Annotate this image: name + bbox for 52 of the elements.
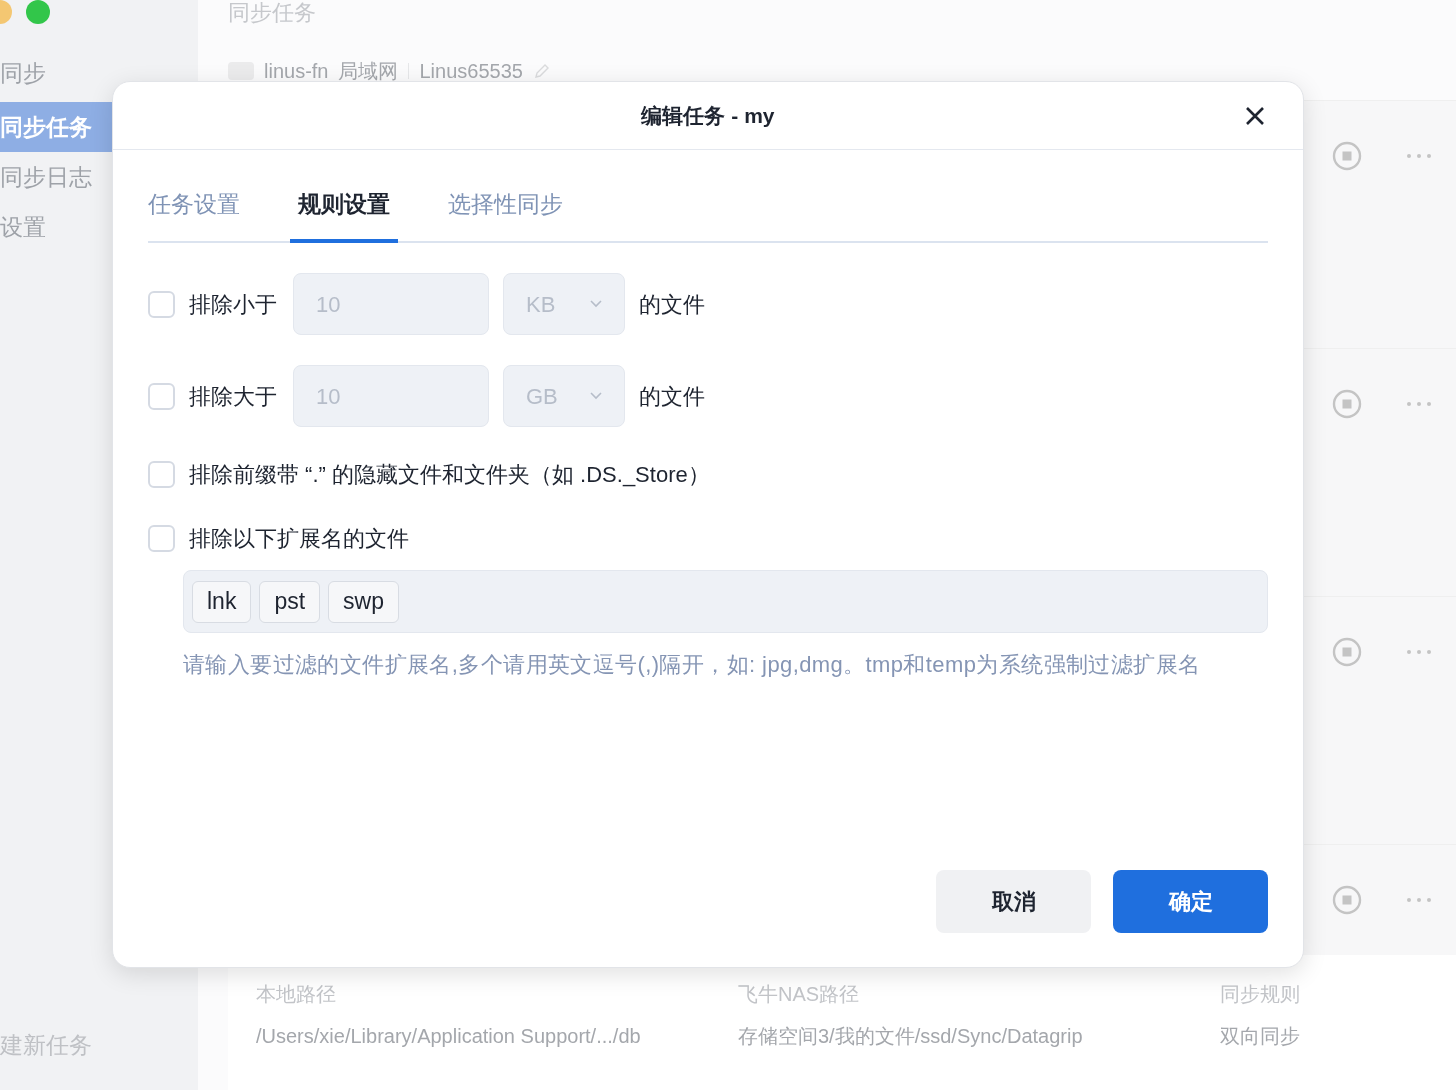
hint-text: 请输入要过滤的文件扩展名,多个请用英文逗号(,)隔开，如: jpg,dmg。tmp和temp为系统强制过滤扩展名 bbox=[183, 651, 1202, 679]
column-label: 同步规则 bbox=[1220, 982, 1300, 1007]
unit-select[interactable]: GB bbox=[503, 365, 625, 427]
close-icon[interactable] bbox=[1245, 105, 1265, 126]
column-value: 存储空间3/我的文件/ssd/Sync/Datagrip bbox=[738, 1024, 1084, 1049]
cancel-button[interactable]: 取消 bbox=[936, 870, 1091, 933]
checkbox[interactable] bbox=[148, 524, 175, 552]
chevron-down-icon bbox=[590, 300, 602, 308]
rule-label: 排除前缀带 “.” 的隐藏文件和文件夹（如 .DS._Store） bbox=[189, 460, 710, 489]
extension-field[interactable]: lnk pst swp bbox=[183, 570, 1268, 633]
sidebar-item[interactable]: 同步日志 bbox=[0, 152, 112, 202]
tab[interactable]: 任务设置 bbox=[148, 170, 240, 243]
more-icon[interactable] bbox=[1406, 401, 1432, 407]
sidebar-section: 同步 bbox=[0, 56, 198, 88]
sidebar-item[interactable]: 设置 bbox=[0, 202, 112, 252]
suffix-label: 的文件 bbox=[639, 290, 705, 319]
suffix-label: 的文件 bbox=[639, 382, 705, 411]
device-name: linus-fn bbox=[264, 59, 329, 84]
extension-tag: swp bbox=[328, 580, 399, 623]
size-input[interactable]: 10 bbox=[293, 273, 489, 335]
tab[interactable]: 规则设置 bbox=[290, 170, 398, 243]
size-input[interactable]: 10 bbox=[293, 365, 489, 427]
extension-tag: lnk bbox=[192, 580, 252, 623]
stop-icon[interactable] bbox=[1332, 885, 1362, 915]
rule-label: 排除小于 bbox=[189, 290, 277, 319]
stop-icon[interactable] bbox=[1332, 141, 1362, 171]
checkbox[interactable] bbox=[148, 460, 175, 488]
extension-tag: pst bbox=[259, 580, 321, 623]
stop-icon[interactable] bbox=[1332, 389, 1362, 419]
pencil-icon[interactable] bbox=[532, 62, 551, 80]
device-user: Linus65535 bbox=[419, 59, 523, 84]
chevron-down-icon bbox=[590, 392, 602, 400]
column-label: 本地路径 bbox=[256, 982, 337, 1007]
tab[interactable]: 选择性同步 bbox=[448, 170, 563, 243]
checkbox[interactable] bbox=[148, 290, 175, 318]
confirm-button[interactable]: 确定 bbox=[1113, 870, 1268, 933]
checkbox[interactable] bbox=[148, 382, 175, 410]
window-maximize-icon[interactable] bbox=[26, 0, 50, 24]
dialog-title: 编辑任务 - my bbox=[641, 102, 775, 129]
network-label: 局域网 bbox=[338, 59, 399, 84]
more-icon[interactable] bbox=[1406, 649, 1432, 655]
column-value: /Users/xie/Library/Application Support/.../db bbox=[256, 1024, 642, 1049]
window-minimize-icon[interactable] bbox=[0, 0, 12, 24]
column-value: 双向同步 bbox=[1220, 1024, 1300, 1049]
column-label: 飞牛NAS路径 bbox=[738, 982, 861, 1007]
unit-select[interactable]: KB bbox=[503, 273, 625, 335]
rule-label: 排除以下扩展名的文件 bbox=[189, 524, 409, 553]
sidebar-item[interactable]: 同步任务 bbox=[0, 102, 112, 152]
rule-label: 排除大于 bbox=[189, 382, 277, 411]
stop-icon[interactable] bbox=[1332, 637, 1362, 667]
more-icon[interactable] bbox=[1406, 153, 1432, 159]
more-icon[interactable] bbox=[1406, 897, 1432, 903]
